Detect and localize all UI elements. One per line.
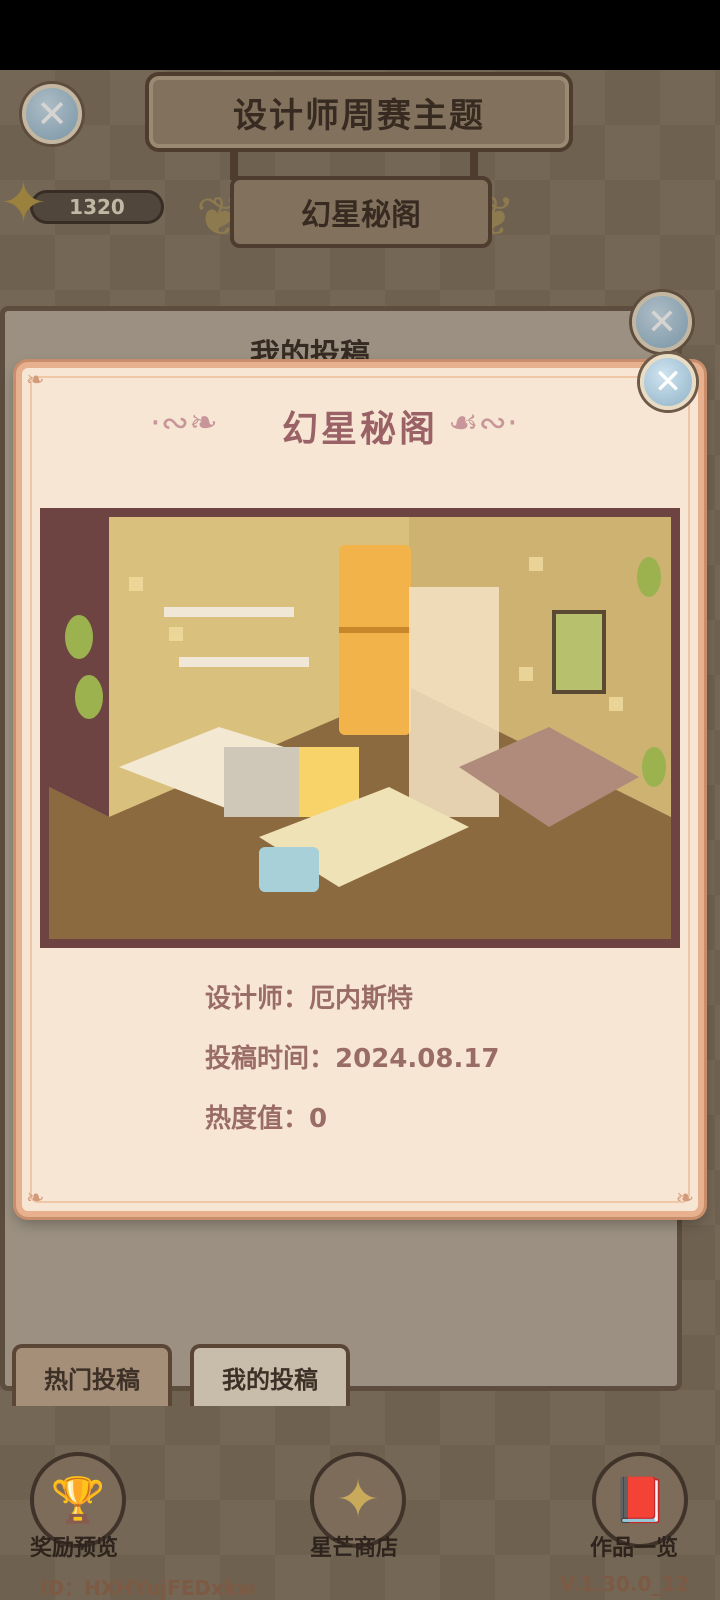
dialog-title: 幻星秘阁: [281, 409, 438, 450]
submit-time-row: 投稿时间：2024.08.17: [205, 1038, 500, 1075]
close-icon: ✕: [653, 362, 683, 402]
designer-name: 厄内斯特: [309, 984, 414, 1014]
popularity-label: 热度值：: [205, 1104, 310, 1134]
submit-time-label: 投稿时间：: [205, 1044, 336, 1074]
popularity-value: 0: [309, 1104, 328, 1134]
trophy-icon: 🏆: [50, 1475, 106, 1526]
tab-label: 热门投稿: [44, 1365, 140, 1394]
submit-time-value: 2024.08.17: [335, 1044, 500, 1074]
popularity-row: 热度值：0: [205, 1098, 327, 1135]
designer-label: 设计师：: [205, 984, 310, 1014]
status-bar: [0, 0, 720, 70]
star-shop-icon: ✦: [336, 1470, 380, 1530]
nav-label-reward-preview[interactable]: 奖励预览: [30, 1530, 118, 1562]
title-flourish-right-icon: ☙∾·: [448, 403, 518, 443]
user-id: ID：HXHYujFEDxkw: [40, 1576, 256, 1600]
tab-label: 我的投稿: [222, 1365, 318, 1394]
designer-row: 设计师：厄内斯特: [205, 978, 413, 1015]
book-icon: 📕: [612, 1475, 668, 1526]
corner-ornament-icon: ❧: [26, 1186, 45, 1211]
room-preview-image[interactable]: [40, 508, 680, 948]
tab-hot-submissions[interactable]: 热门投稿: [12, 1344, 172, 1406]
nav-label-works-list[interactable]: 作品一览: [590, 1530, 678, 1562]
corner-ornament-icon: ❧: [26, 368, 45, 393]
version-label: V.1.30.0_12: [560, 1572, 690, 1596]
corner-ornament-icon: ❧: [675, 1186, 694, 1211]
room-illustration: [49, 517, 671, 939]
nav-label-star-shop[interactable]: 星芒商店: [310, 1530, 398, 1562]
tab-my-submissions[interactable]: 我的投稿: [190, 1344, 350, 1406]
